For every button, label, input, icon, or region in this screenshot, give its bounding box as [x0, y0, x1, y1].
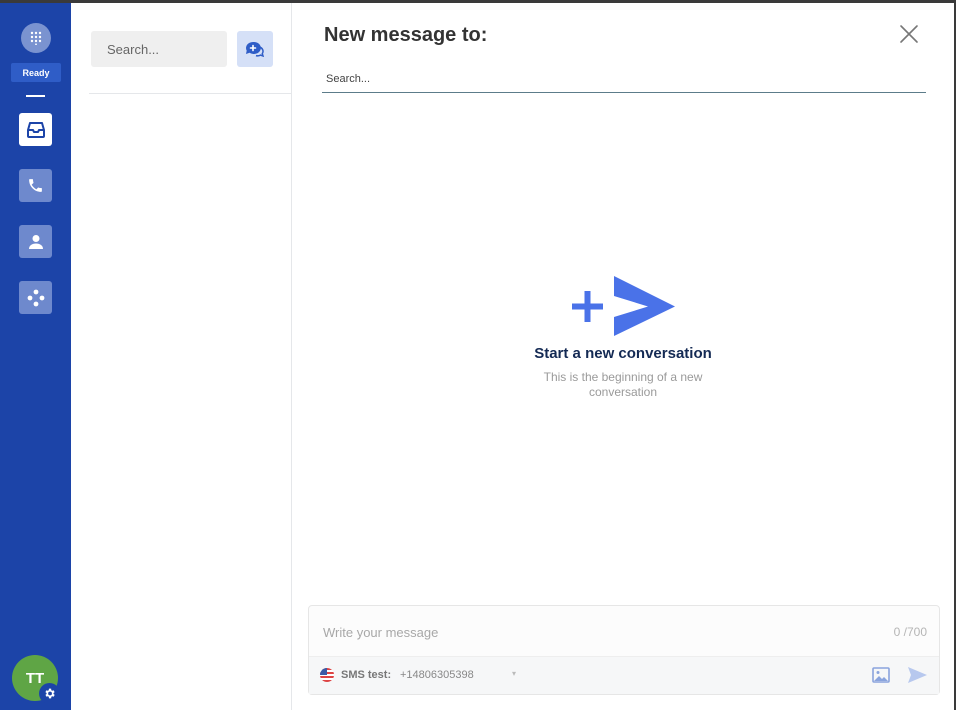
avatar-settings-button[interactable]	[39, 683, 60, 704]
list-divider	[89, 93, 292, 94]
new-conversation-illustration	[572, 275, 676, 344]
attach-image-button[interactable]	[871, 665, 891, 685]
sender-number-select[interactable]: +14806305398	[400, 669, 474, 681]
dialpad-icon	[30, 31, 42, 45]
character-counter: 0 /700	[893, 625, 927, 639]
conversation-search-input[interactable]	[91, 31, 227, 67]
empty-state-subtitle: This is the beginning of a new conversat…	[543, 370, 703, 399]
nav-item-inbox[interactable]	[19, 113, 52, 146]
new-chat-icon	[246, 41, 265, 57]
nav-item-calls[interactable]	[19, 169, 52, 202]
new-conversation-button[interactable]	[237, 31, 273, 67]
page-title: New message to:	[324, 24, 488, 46]
close-icon	[900, 25, 918, 43]
nav-item-contacts[interactable]	[19, 225, 52, 258]
sender-label: SMS test:	[341, 669, 392, 681]
new-message-panel: New message to: Start a new conversation…	[292, 3, 954, 710]
close-button[interactable]	[898, 23, 920, 45]
nav-item-integrations[interactable]	[19, 281, 52, 314]
image-icon	[872, 667, 890, 683]
phone-icon	[29, 179, 42, 192]
dots-icon	[27, 289, 44, 306]
send-icon	[908, 667, 927, 683]
composer-footer: SMS test: +14806305398 ▾	[309, 656, 939, 694]
person-icon	[28, 234, 43, 249]
conversation-list-pane	[71, 3, 292, 710]
nav-rail: Ready TT	[0, 3, 71, 710]
inbox-icon	[26, 121, 45, 138]
gear-icon	[45, 688, 55, 699]
rail-divider	[26, 95, 45, 97]
send-button[interactable]	[906, 665, 928, 685]
status-badge[interactable]: Ready	[11, 63, 61, 82]
empty-state-title: Start a new conversation	[534, 345, 712, 362]
message-composer: 0 /700 SMS test: +14806305398 ▾	[308, 605, 940, 695]
chevron-down-icon[interactable]: ▾	[512, 669, 516, 678]
us-flag-icon	[320, 668, 334, 682]
plus-send-icon	[572, 276, 675, 336]
dialpad-button[interactable]	[21, 23, 51, 53]
message-input[interactable]	[323, 620, 843, 644]
recipient-search-input[interactable]	[322, 65, 926, 93]
